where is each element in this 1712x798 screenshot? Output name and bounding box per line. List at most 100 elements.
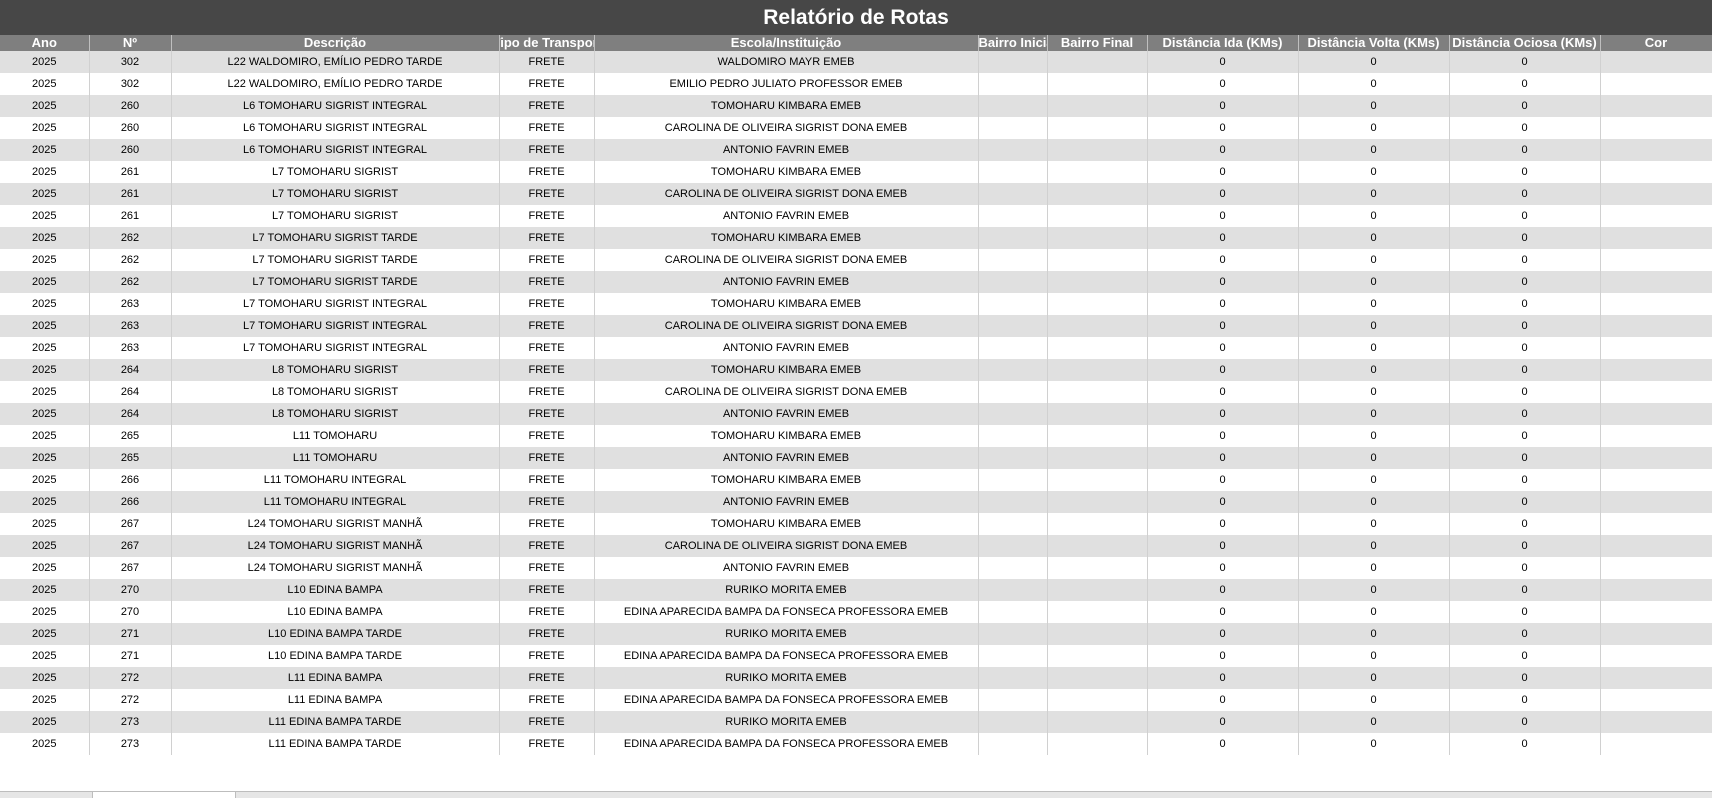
cell-descricao[interactable]: L24 TOMOHARU SIGRIST MANHÃ	[171, 557, 500, 579]
cell-numero[interactable]: 264	[89, 359, 172, 381]
cell-ano[interactable]: 2025	[0, 183, 90, 205]
cell-distancia-ociosa[interactable]: 0	[1449, 117, 1601, 139]
cell-bairro-inicial[interactable]	[978, 117, 1048, 139]
cell-bairro-final[interactable]	[1047, 359, 1148, 381]
cell-cor[interactable]	[1600, 623, 1712, 645]
cell-distancia-volta[interactable]: 0	[1298, 667, 1450, 689]
cell-distancia-volta[interactable]: 0	[1298, 557, 1450, 579]
cell-ano[interactable]: 2025	[0, 469, 90, 491]
cell-descricao[interactable]: L7 TOMOHARU SIGRIST INTEGRAL	[171, 293, 500, 315]
cell-ano[interactable]: 2025	[0, 733, 90, 755]
column-header-ano[interactable]: Ano	[0, 35, 90, 51]
cell-numero[interactable]: 272	[89, 689, 172, 711]
cell-distancia-volta[interactable]: 0	[1298, 403, 1450, 425]
cell-tipo-transporte[interactable]: FRETE	[499, 491, 595, 513]
cell-escola[interactable]: ANTONIO FAVRIN EMEB	[594, 557, 979, 579]
cell-ano[interactable]: 2025	[0, 381, 90, 403]
table-row[interactable]: 2025 270 L10 EDINA BAMPA FRETE RURIKO MORITA…	[0, 579, 1712, 601]
table-row[interactable]: 2025 267 L24 TOMOHARU SIGRIST MANHÃ FRETE CA…	[0, 535, 1712, 557]
cell-numero[interactable]: 273	[89, 711, 172, 733]
cell-numero[interactable]: 261	[89, 161, 172, 183]
cell-numero[interactable]: 263	[89, 315, 172, 337]
cell-descricao[interactable]: L10 EDINA BAMPA TARDE	[171, 645, 500, 667]
cell-distancia-ida[interactable]: 0	[1147, 403, 1299, 425]
cell-cor[interactable]	[1600, 161, 1712, 183]
cell-bairro-inicial[interactable]	[978, 73, 1048, 95]
cell-bairro-final[interactable]	[1047, 381, 1148, 403]
cell-tipo-transporte[interactable]: FRETE	[499, 579, 595, 601]
cell-ano[interactable]: 2025	[0, 271, 90, 293]
cell-distancia-ida[interactable]: 0	[1147, 579, 1299, 601]
cell-tipo-transporte[interactable]: FRETE	[499, 205, 595, 227]
cell-escola[interactable]: TOMOHARU KIMBARA EMEB	[594, 425, 979, 447]
cell-escola[interactable]: RURIKO MORITA EMEB	[594, 579, 979, 601]
cell-bairro-inicial[interactable]	[978, 733, 1048, 755]
cell-escola[interactable]: CAROLINA DE OLIVEIRA SIGRIST DONA EMEB	[594, 315, 979, 337]
column-header-numero[interactable]: Nº	[89, 35, 172, 51]
table-row[interactable]: 2025 267 L24 TOMOHARU SIGRIST MANHÃ FRETE TO…	[0, 513, 1712, 535]
cell-numero[interactable]: 262	[89, 227, 172, 249]
cell-cor[interactable]	[1600, 183, 1712, 205]
cell-tipo-transporte[interactable]: FRETE	[499, 733, 595, 755]
cell-bairro-final[interactable]	[1047, 469, 1148, 491]
cell-distancia-ociosa[interactable]: 0	[1449, 271, 1601, 293]
cell-ano[interactable]: 2025	[0, 337, 90, 359]
cell-descricao[interactable]: L11 EDINA BAMPA TARDE	[171, 711, 500, 733]
cell-bairro-final[interactable]	[1047, 117, 1148, 139]
cell-numero[interactable]: 267	[89, 513, 172, 535]
cell-bairro-inicial[interactable]	[978, 337, 1048, 359]
cell-bairro-inicial[interactable]	[978, 623, 1048, 645]
cell-distancia-ida[interactable]: 0	[1147, 51, 1299, 73]
cell-distancia-ociosa[interactable]: 0	[1449, 381, 1601, 403]
cell-cor[interactable]	[1600, 293, 1712, 315]
cell-bairro-final[interactable]	[1047, 447, 1148, 469]
cell-distancia-volta[interactable]: 0	[1298, 381, 1450, 403]
cell-escola[interactable]: CAROLINA DE OLIVEIRA SIGRIST DONA EMEB	[594, 183, 979, 205]
cell-escola[interactable]: ANTONIO FAVRIN EMEB	[594, 139, 979, 161]
sheet-tab[interactable]	[92, 792, 236, 798]
cell-distancia-volta[interactable]: 0	[1298, 73, 1450, 95]
cell-escola[interactable]: ANTONIO FAVRIN EMEB	[594, 337, 979, 359]
cell-tipo-transporte[interactable]: FRETE	[499, 557, 595, 579]
cell-distancia-ociosa[interactable]: 0	[1449, 227, 1601, 249]
cell-distancia-ociosa[interactable]: 0	[1449, 315, 1601, 337]
cell-tipo-transporte[interactable]: FRETE	[499, 271, 595, 293]
cell-distancia-ociosa[interactable]: 0	[1449, 403, 1601, 425]
cell-bairro-final[interactable]	[1047, 249, 1148, 271]
cell-descricao[interactable]: L11 EDINA BAMPA	[171, 667, 500, 689]
cell-descricao[interactable]: L6 TOMOHARU SIGRIST INTEGRAL	[171, 95, 500, 117]
table-row[interactable]: 2025 272 L11 EDINA BAMPA FRETE EDINA APARECI…	[0, 689, 1712, 711]
cell-distancia-volta[interactable]: 0	[1298, 249, 1450, 271]
cell-ano[interactable]: 2025	[0, 557, 90, 579]
cell-bairro-final[interactable]	[1047, 513, 1148, 535]
cell-escola[interactable]: TOMOHARU KIMBARA EMEB	[594, 95, 979, 117]
table-row[interactable]: 2025 263 L7 TOMOHARU SIGRIST INTEGRAL FRETE…	[0, 293, 1712, 315]
table-row[interactable]: 2025 263 L7 TOMOHARU SIGRIST INTEGRAL FRETE…	[0, 337, 1712, 359]
cell-cor[interactable]	[1600, 667, 1712, 689]
cell-tipo-transporte[interactable]: FRETE	[499, 513, 595, 535]
cell-bairro-final[interactable]	[1047, 491, 1148, 513]
cell-tipo-transporte[interactable]: FRETE	[499, 425, 595, 447]
cell-bairro-final[interactable]	[1047, 711, 1148, 733]
cell-distancia-ida[interactable]: 0	[1147, 689, 1299, 711]
cell-distancia-volta[interactable]: 0	[1298, 623, 1450, 645]
cell-numero[interactable]: 272	[89, 667, 172, 689]
cell-distancia-ida[interactable]: 0	[1147, 557, 1299, 579]
cell-distancia-ida[interactable]: 0	[1147, 249, 1299, 271]
table-row[interactable]: 2025 262 L7 TOMOHARU SIGRIST TARDE FRETE ANT…	[0, 271, 1712, 293]
cell-distancia-ida[interactable]: 0	[1147, 73, 1299, 95]
cell-distancia-ida[interactable]: 0	[1147, 139, 1299, 161]
cell-bairro-final[interactable]	[1047, 645, 1148, 667]
cell-numero[interactable]: 265	[89, 447, 172, 469]
cell-bairro-final[interactable]	[1047, 161, 1148, 183]
cell-numero[interactable]: 264	[89, 403, 172, 425]
cell-distancia-ida[interactable]: 0	[1147, 535, 1299, 557]
cell-numero[interactable]: 267	[89, 557, 172, 579]
cell-escola[interactable]: RURIKO MORITA EMEB	[594, 623, 979, 645]
cell-descricao[interactable]: L10 EDINA BAMPA	[171, 579, 500, 601]
cell-tipo-transporte[interactable]: FRETE	[499, 139, 595, 161]
cell-distancia-volta[interactable]: 0	[1298, 601, 1450, 623]
cell-distancia-ociosa[interactable]: 0	[1449, 95, 1601, 117]
cell-tipo-transporte[interactable]: FRETE	[499, 183, 595, 205]
cell-distancia-ociosa[interactable]: 0	[1449, 293, 1601, 315]
